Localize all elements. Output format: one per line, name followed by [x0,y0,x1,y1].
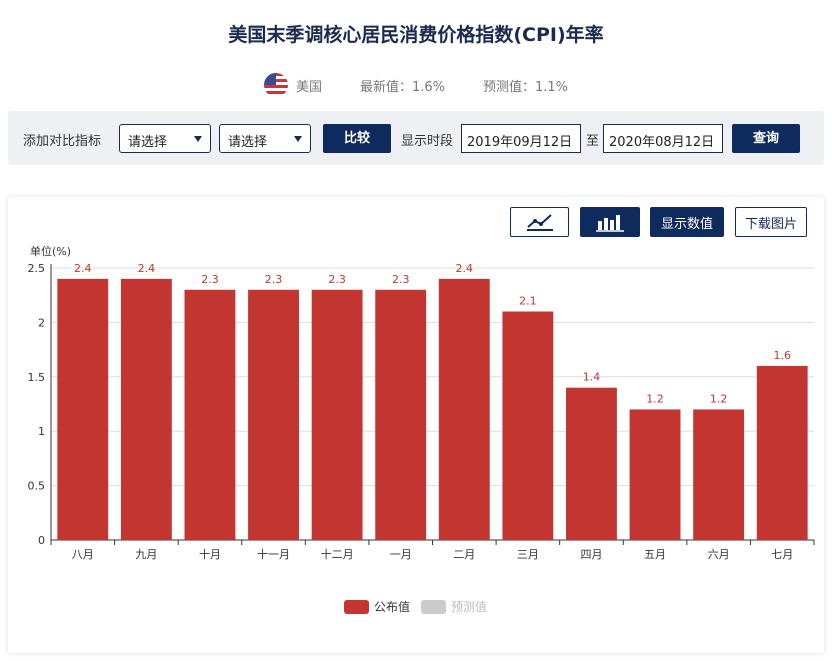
indicator-select-1[interactable]: 请选择 [119,124,211,153]
indicator-select-2-value: 请选择 [228,135,268,150]
to-label: 至 [586,134,600,149]
bar [311,289,363,540]
x-tick-label: 四月 [580,548,602,561]
caret-down-icon [294,136,302,142]
bar [375,289,427,540]
data-label: 2.4 [456,262,474,275]
data-label: 1.4 [583,371,601,384]
y-tick-label: 1 [38,425,45,438]
x-tick-label: 一月 [390,548,412,561]
x-tick-label: 八月 [72,548,94,561]
data-label: 2.3 [328,273,346,286]
bar [629,409,681,540]
period-label: 显示时段 [401,134,454,149]
bar [57,278,109,540]
us-flag-icon [263,73,288,97]
x-tick-label: 二月 [453,548,475,561]
bar [120,278,172,540]
data-label: 1.6 [773,349,791,362]
data-label: 2.3 [392,273,410,286]
x-tick-label: 十二月 [321,547,354,561]
bar [184,289,236,540]
compare-label: 添加对比指标 [23,134,102,149]
y-tick-label: 2 [38,316,45,329]
data-label: 2.1 [519,295,537,308]
forecast-value: 预测值：1.1% [483,79,569,95]
x-tick-label: 十月 [199,547,221,561]
indicator-select-2[interactable]: 请选择 [219,124,311,153]
data-label: 2.3 [201,273,219,286]
indicator-select-1-value: 请选择 [128,135,168,150]
page-title: 美国末季调核心居民消费价格指数(CPI)年率 [228,24,604,46]
bar-chart: 单位(%) 0 0.5 1 1.5 2 2.5 2.4 八月 2.4 九月 2.3 十月 2.3 十一月 2.… [28,244,815,614]
x-tick-label: 九月 [135,548,157,561]
bar [502,311,554,540]
bar [438,278,490,540]
y-tick-label: 1.5 [28,371,46,384]
y-tick-label: 0 [38,534,45,547]
data-label: 2.4 [138,262,156,275]
bar [248,289,299,540]
y-tick-label: 0.5 [28,480,46,493]
x-tick-label: 十一月 [257,547,290,561]
data-label: 1.2 [646,392,664,405]
compare-button[interactable]: 比较 [323,124,391,153]
data-label: 2.4 [74,262,92,275]
query-button[interactable]: 查询 [732,124,800,153]
country-label: 美国 [295,79,322,95]
summary-row: 美国 最新值：1.6% 预测值：1.1% [0,73,832,97]
bar [756,365,808,540]
legend-swatch [421,600,446,614]
y-axis-label: 单位(%) [30,244,71,258]
x-tick-label: 三月 [517,548,539,561]
x-tick-label: 五月 [644,548,666,561]
chart-panel: 显示数值 下载图片 单位(%) 0 0.5 1 1.5 2 2.5 2.4 八月 2.4 九月 2.3… [8,197,824,653]
data-label: 1.2 [710,392,728,405]
filter-bar: 添加对比指标 请选择 请选择 比较 显示时段 2019年09月12日 至 202… [8,111,824,165]
legend-label: 预测值 [451,599,487,614]
x-tick-label: 六月 [708,548,730,561]
data-label: 2.3 [265,273,283,286]
x-tick-label: 七月 [771,548,793,561]
legend-swatch [344,600,369,614]
y-tick-label: 2.5 [28,262,46,275]
end-date-input[interactable]: 2020年08月12日 [603,124,723,153]
bar [693,409,745,540]
caret-down-icon [194,136,202,142]
legend-label: 公布值 [374,599,410,614]
latest-value: 最新值：1.6% [359,79,445,95]
start-date-input[interactable]: 2019年09月12日 [461,124,581,153]
bar [566,387,617,540]
